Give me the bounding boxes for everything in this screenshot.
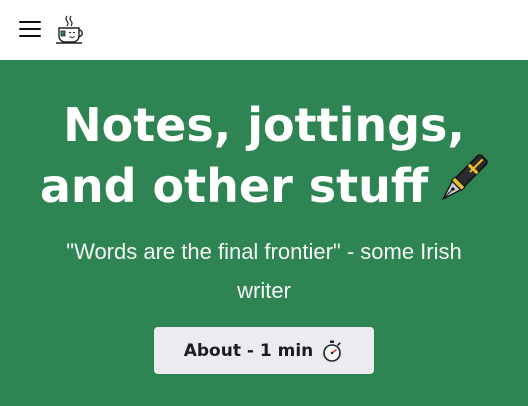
hero-section: Notes, jottings, and other stuff "Words … (0, 60, 528, 406)
about-button-label: About - 1 min (183, 340, 314, 361)
fountain-pen-icon (441, 154, 488, 201)
about-button[interactable]: About - 1 min (154, 327, 374, 374)
title-line-1: Notes, jottings, (63, 98, 465, 152)
title-line-2-text: and other stuff (39, 159, 429, 213)
top-navigation-bar (0, 0, 528, 60)
tea-cup-logo-icon[interactable] (53, 13, 87, 47)
title-line-2: and other stuff (0, 154, 528, 215)
hamburger-menu-icon[interactable] (17, 18, 43, 40)
stopwatch-icon (323, 340, 342, 362)
page-title: Notes, jottings, and other stuff (0, 96, 528, 215)
hero-quote: "Words are the final frontier" - some Ir… (66, 239, 462, 303)
